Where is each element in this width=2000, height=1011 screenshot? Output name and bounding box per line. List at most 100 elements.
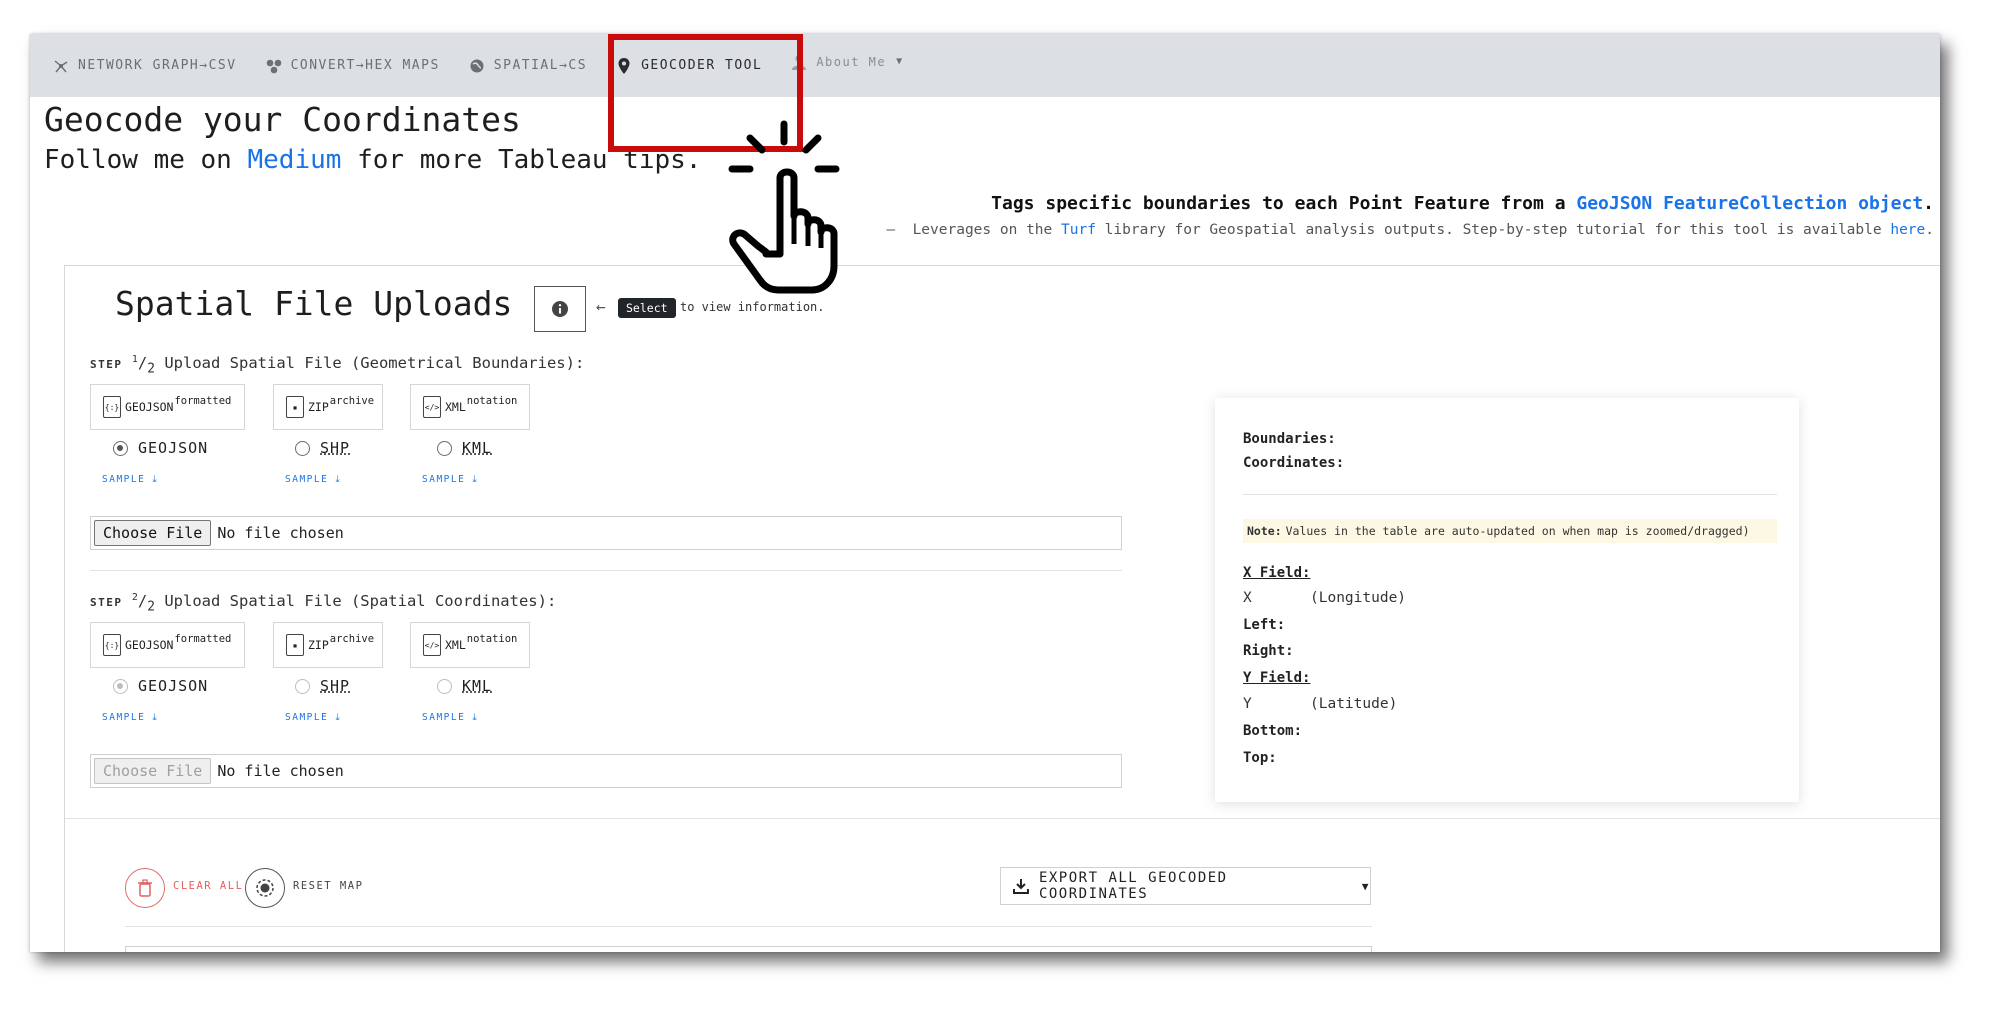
target-icon [256, 879, 274, 897]
nav-network-graph[interactable]: NETWORK GRAPH→CSV [52, 57, 237, 75]
hex-map-icon [265, 57, 283, 75]
radio-label: KML [462, 439, 493, 457]
radio-geojson-2[interactable]: GEOJSON [113, 677, 208, 695]
top-label: Top: [1243, 750, 1277, 766]
nav-label: NETWORK GRAPH→CSV [78, 58, 237, 73]
format-name: XML [445, 638, 466, 652]
sample-download-kml[interactable]: SAMPLE ⤓ [422, 474, 478, 485]
download-icon [1013, 879, 1029, 894]
geojson-file-icon: {:} [103, 634, 121, 656]
medium-link[interactable]: Medium [248, 145, 342, 175]
radio-label: SHP [320, 677, 351, 695]
x-desc: (Longitude) [1310, 590, 1407, 606]
format-sup: formatted [174, 395, 232, 407]
format-xml[interactable]: </> XML notation [410, 384, 530, 430]
format-geojson-2[interactable]: {:} GEOJSON formatted [90, 622, 245, 668]
radio-button[interactable] [295, 440, 310, 456]
y-value: Y [1243, 696, 1252, 712]
coordinates-label: Coordinates: [1243, 455, 1345, 471]
map-container[interactable] [125, 946, 1372, 952]
uploads-title: Spatial File Uploads [115, 284, 513, 323]
turf-link[interactable]: Turf [1061, 222, 1096, 238]
sample-download-geojson[interactable]: SAMPLE ⤓ [102, 474, 158, 485]
follow-prefix: Follow me on [44, 145, 232, 175]
choose-file-button[interactable]: Choose File [94, 520, 212, 546]
sample-download-shp-2[interactable]: SAMPLE ⤓ [285, 712, 341, 723]
step-text: Upload Spatial File (Geometrical Boundar… [164, 354, 585, 373]
format-zip[interactable]: ▪ ZIP archive [273, 384, 383, 430]
x-field-label: X Field: [1243, 565, 1311, 581]
page-title: Geocode your Coordinates [44, 100, 521, 139]
boundaries-label: Boundaries: [1243, 431, 1336, 447]
left-label: Left: [1243, 617, 1286, 633]
tagline: Tags specific boundaries to each Point F… [991, 193, 1934, 214]
nav-label: SPATIAL→CS [493, 58, 588, 73]
radio-kml[interactable]: KML [437, 439, 492, 457]
divider [90, 570, 1122, 571]
format-name: ZIP [308, 400, 329, 414]
format-name: GEOJSON [125, 638, 174, 652]
sub-suffix: . [1925, 222, 1934, 238]
select-badge: Select [618, 298, 676, 318]
chevron-down-icon: ▼ [896, 56, 904, 67]
radio-geojson[interactable]: GEOJSON [113, 439, 208, 457]
radio-shp[interactable]: SHP [295, 439, 350, 457]
file-input-coordinates[interactable]: Choose File No file chosen [90, 754, 1122, 788]
radio-kml-2[interactable]: KML [437, 677, 492, 695]
radio-button[interactable] [113, 678, 128, 694]
format-sup: notation [466, 633, 518, 645]
format-geojson[interactable]: {:} GEOJSON formatted [90, 384, 245, 430]
no-file-text: No file chosen [217, 524, 344, 542]
sub-middle: library for Geospatial analysis outputs.… [1104, 222, 1882, 238]
reset-map-label[interactable]: RESET MAP [293, 880, 363, 892]
sample-download-geojson-2[interactable]: SAMPLE ⤓ [102, 712, 158, 723]
radio-button[interactable] [437, 440, 452, 456]
geojson-link[interactable]: GeoJSON FeatureCollection object [1576, 193, 1923, 214]
file-input-boundaries[interactable]: Choose File No file chosen [90, 516, 1122, 550]
sample-label: SAMPLE [102, 474, 146, 485]
info-card: Boundaries: Coordinates: Note: Values in… [1215, 398, 1799, 802]
radio-label: KML [462, 677, 493, 695]
tutorial-link[interactable]: here [1890, 222, 1925, 238]
nav-label: About Me [816, 54, 887, 69]
clear-all-button[interactable] [125, 868, 165, 908]
no-file-text: No file chosen [217, 762, 344, 780]
radio-button[interactable] [113, 440, 128, 456]
radio-button[interactable] [295, 678, 310, 694]
sample-download-kml-2[interactable]: SAMPLE ⤓ [422, 712, 478, 723]
radio-shp-2[interactable]: SHP [295, 677, 350, 695]
export-button[interactable]: EXPORT ALL GEOCODED COORDINATES ▼ [1000, 867, 1371, 905]
clear-all-label[interactable]: CLEAR ALL [173, 880, 243, 892]
caret-down-icon: ▼ [1361, 879, 1370, 893]
choose-file-button[interactable]: Choose File [94, 758, 212, 784]
format-xml-2[interactable]: </> XML notation [410, 622, 530, 668]
sample-label: SAMPLE [422, 474, 466, 485]
sub-dash: — [886, 222, 896, 238]
radio-button[interactable] [437, 678, 452, 694]
follow-line: Follow me on Medium for more Tableau tip… [44, 145, 701, 175]
divider [125, 926, 1372, 927]
step-den: 2 [147, 599, 155, 615]
bottom-label: Bottom: [1243, 723, 1303, 739]
step-num: 2 [131, 592, 138, 603]
format-name: ZIP [308, 638, 329, 652]
sample-download-shp[interactable]: SAMPLE ⤓ [285, 474, 341, 485]
globe-icon [468, 57, 486, 75]
arrow-left-icon: ← [596, 297, 606, 316]
divider [65, 818, 1940, 819]
nav-about-me[interactable]: About Me ▼ [790, 53, 903, 71]
format-zip-2[interactable]: ▪ ZIP archive [273, 622, 383, 668]
nav-hex-maps[interactable]: CONVERT→HEX MAPS [265, 57, 440, 75]
radio-label: GEOJSON [138, 439, 209, 457]
step-1-label: STEP 1/2 Upload Spatial File (Geometrica… [90, 354, 585, 377]
view-info-text: to view information. [680, 300, 825, 314]
info-button[interactable] [534, 286, 586, 332]
divider [1243, 494, 1777, 495]
browser-frame: NETWORK GRAPH→CSV CONVERT→HEX MAPS SPATI… [30, 34, 1940, 952]
sample-label: SAMPLE [102, 712, 146, 723]
format-sup: formatted [174, 633, 232, 645]
nav-spatial[interactable]: SPATIAL→CS [468, 57, 587, 75]
geojson-file-icon: {:} [103, 396, 121, 418]
reset-map-button[interactable] [245, 868, 285, 908]
top-nav: NETWORK GRAPH→CSV CONVERT→HEX MAPS SPATI… [30, 34, 1940, 97]
